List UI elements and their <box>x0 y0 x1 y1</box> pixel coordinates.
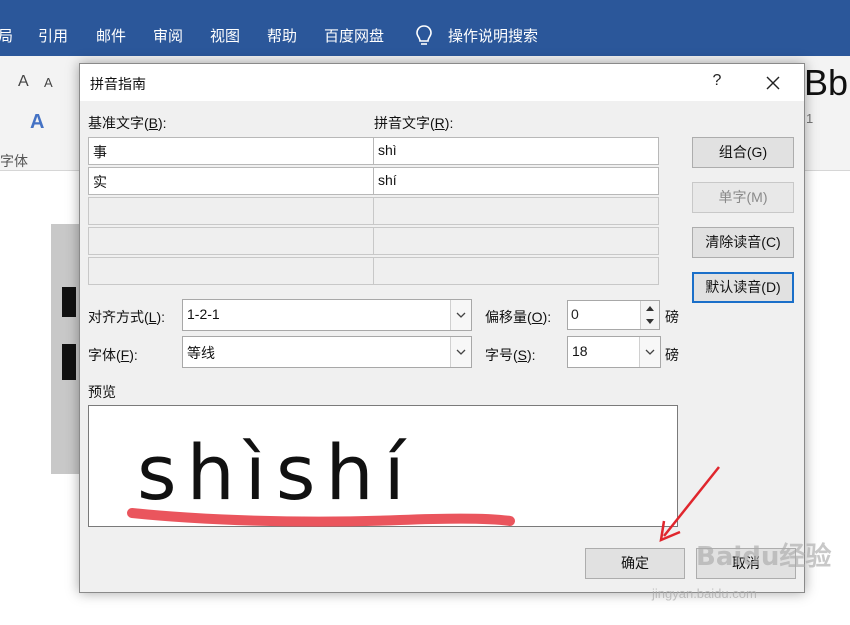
ruby-text-header: 拼音文字(R): <box>374 115 454 131</box>
ribbon-tab-layout[interactable]: 局 <box>0 25 13 46</box>
base-text-field-4 <box>88 227 374 255</box>
offset-label: 偏移量(O): <box>485 309 552 325</box>
style-number: 1 <box>806 111 814 126</box>
size-label: 字号(S): <box>485 347 536 363</box>
font-label: 字体(F): <box>88 347 138 363</box>
ok-button[interactable]: 确定 <box>585 548 685 579</box>
ribbon-tab-view[interactable]: 视图 <box>210 25 240 46</box>
preview-text: shìshí <box>137 428 415 517</box>
base-text-field-5 <box>88 257 374 285</box>
default-reading-button[interactable]: 默认读音(D) <box>692 272 794 303</box>
ribbon-tab-review[interactable]: 审阅 <box>153 25 183 46</box>
ribbon-tab-baidu-netdisk[interactable]: 百度网盘 <box>324 25 384 46</box>
alignment-value: 1-2-1 <box>187 306 220 322</box>
chevron-down-icon[interactable] <box>639 337 660 367</box>
text-effects-icon[interactable]: A <box>30 111 44 134</box>
ribbon-tab-bar: 局 引用 邮件 审阅 视图 帮助 百度网盘 操作说明搜索 <box>0 0 850 56</box>
offset-spinner[interactable]: 0 <box>567 300 660 330</box>
ribbon-tab-references[interactable]: 引用 <box>38 25 68 46</box>
dialog-titlebar: 拼音指南 ? <box>80 64 804 101</box>
base-text-field-2[interactable]: 实 <box>88 167 374 195</box>
clear-reading-button[interactable]: 清除读音(C) <box>692 227 794 258</box>
grow-font-button[interactable]: A <box>18 73 29 91</box>
base-text-field-1[interactable]: 事 <box>88 137 374 165</box>
ruby-text-field-4 <box>373 227 659 255</box>
document-glyph <box>62 287 76 317</box>
offset-value: 0 <box>571 306 579 322</box>
alignment-dropdown[interactable]: 1-2-1 <box>182 299 472 331</box>
phonetic-guide-dialog: 拼音指南 ? 基准文字(B): 拼音文字(R): 事 shì 实 shí 组合(… <box>79 63 805 593</box>
offset-unit: 磅 <box>665 309 679 325</box>
ruby-text-field-3 <box>373 197 659 225</box>
ruby-text-field-2[interactable]: shí <box>373 167 659 195</box>
ribbon-tab-help[interactable]: 帮助 <box>267 25 297 46</box>
ruby-text-field-1[interactable]: shì <box>373 137 659 165</box>
tell-me-search[interactable]: 操作说明搜索 <box>448 25 538 46</box>
help-button[interactable]: ? <box>704 72 730 94</box>
baidu-watermark-url: jingyan.baidu.com <box>652 586 757 601</box>
size-value: 18 <box>572 343 588 359</box>
font-group-label: 字体 <box>0 153 28 169</box>
style-preview[interactable]: Bb <box>804 62 848 104</box>
ribbon-tab-mailings[interactable]: 邮件 <box>96 25 126 46</box>
spin-up-icon[interactable] <box>640 301 659 316</box>
preview-box: shìshí <box>88 405 678 527</box>
shrink-font-button[interactable]: A <box>44 75 53 90</box>
preview-label: 预览 <box>88 384 116 400</box>
chevron-down-icon[interactable] <box>450 300 471 330</box>
spin-down-icon[interactable] <box>640 315 659 329</box>
size-dropdown[interactable]: 18 <box>567 336 661 368</box>
group-button[interactable]: 组合(G) <box>692 137 794 168</box>
alignment-label: 对齐方式(L): <box>88 309 166 325</box>
chevron-down-icon[interactable] <box>450 337 471 367</box>
ruby-text-field-5 <box>373 257 659 285</box>
base-text-header: 基准文字(B): <box>88 115 167 131</box>
mono-button[interactable]: 单字(M) <box>692 182 794 213</box>
lightbulb-icon <box>416 25 432 45</box>
baidu-watermark: Baidu经验 <box>696 542 832 572</box>
font-value: 等线 <box>187 345 215 361</box>
document-glyph <box>62 344 76 380</box>
font-dropdown[interactable]: 等线 <box>182 336 472 368</box>
close-icon[interactable] <box>760 70 786 96</box>
dialog-title: 拼音指南 <box>90 76 146 92</box>
base-text-field-3 <box>88 197 374 225</box>
size-unit: 磅 <box>665 347 679 363</box>
